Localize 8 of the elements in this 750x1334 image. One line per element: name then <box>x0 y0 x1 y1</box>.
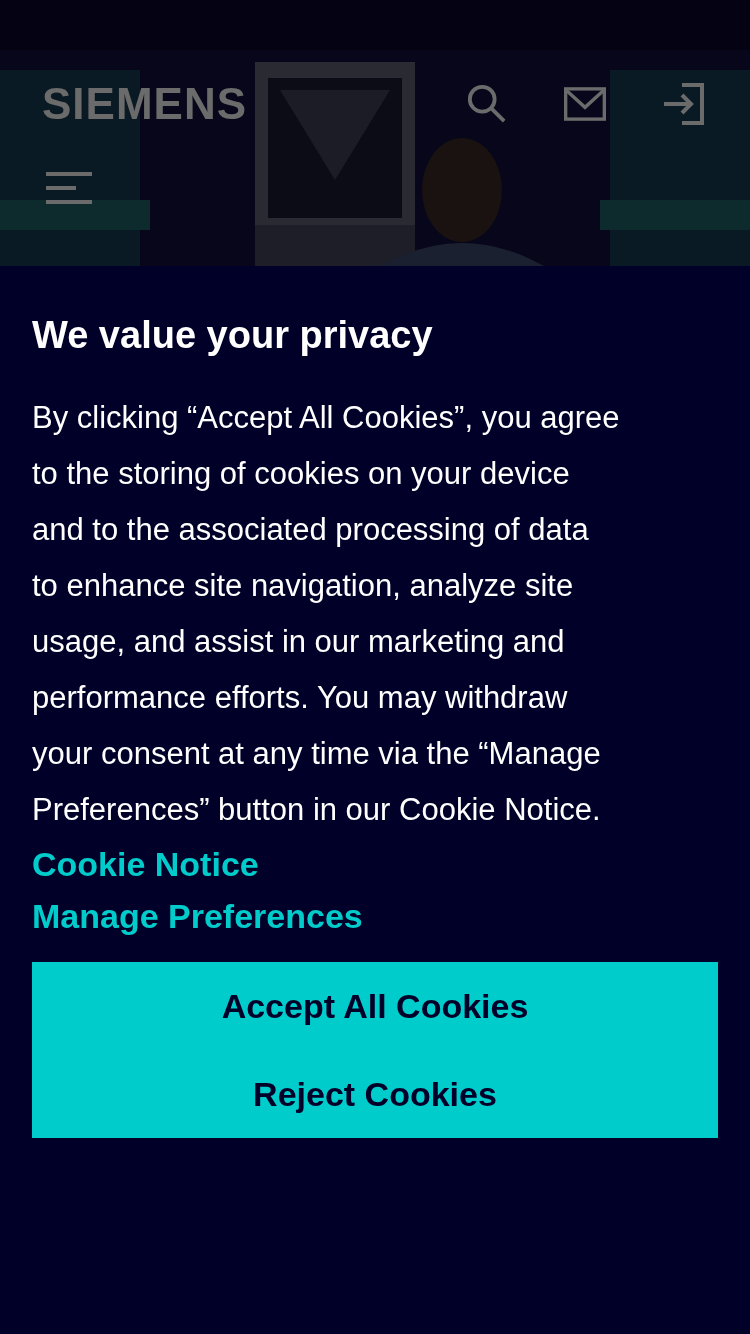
logo-text[interactable]: SIEMENS <box>42 78 248 130</box>
text-link[interactable]: Manage Preferences <box>32 890 363 942</box>
login-icon[interactable] <box>662 83 704 125</box>
consent-text: By clicking “Accept All Cookies”, you agree to the storing of cookies on your device and to the associated processing of data to enhance site navigation, analyze site usage, and assist in our marketing and performance efforts. You may withdraw your consent at any time via the “Manage Preferences” button in our Cookie Notice. <box>32 399 621 829</box>
dialog-title: We value your privacy <box>32 313 434 358</box>
menu-icon[interactable] <box>46 172 94 204</box>
text-link[interactable]: Cookie Notice <box>32 838 259 890</box>
search-icon[interactable] <box>466 83 508 125</box>
